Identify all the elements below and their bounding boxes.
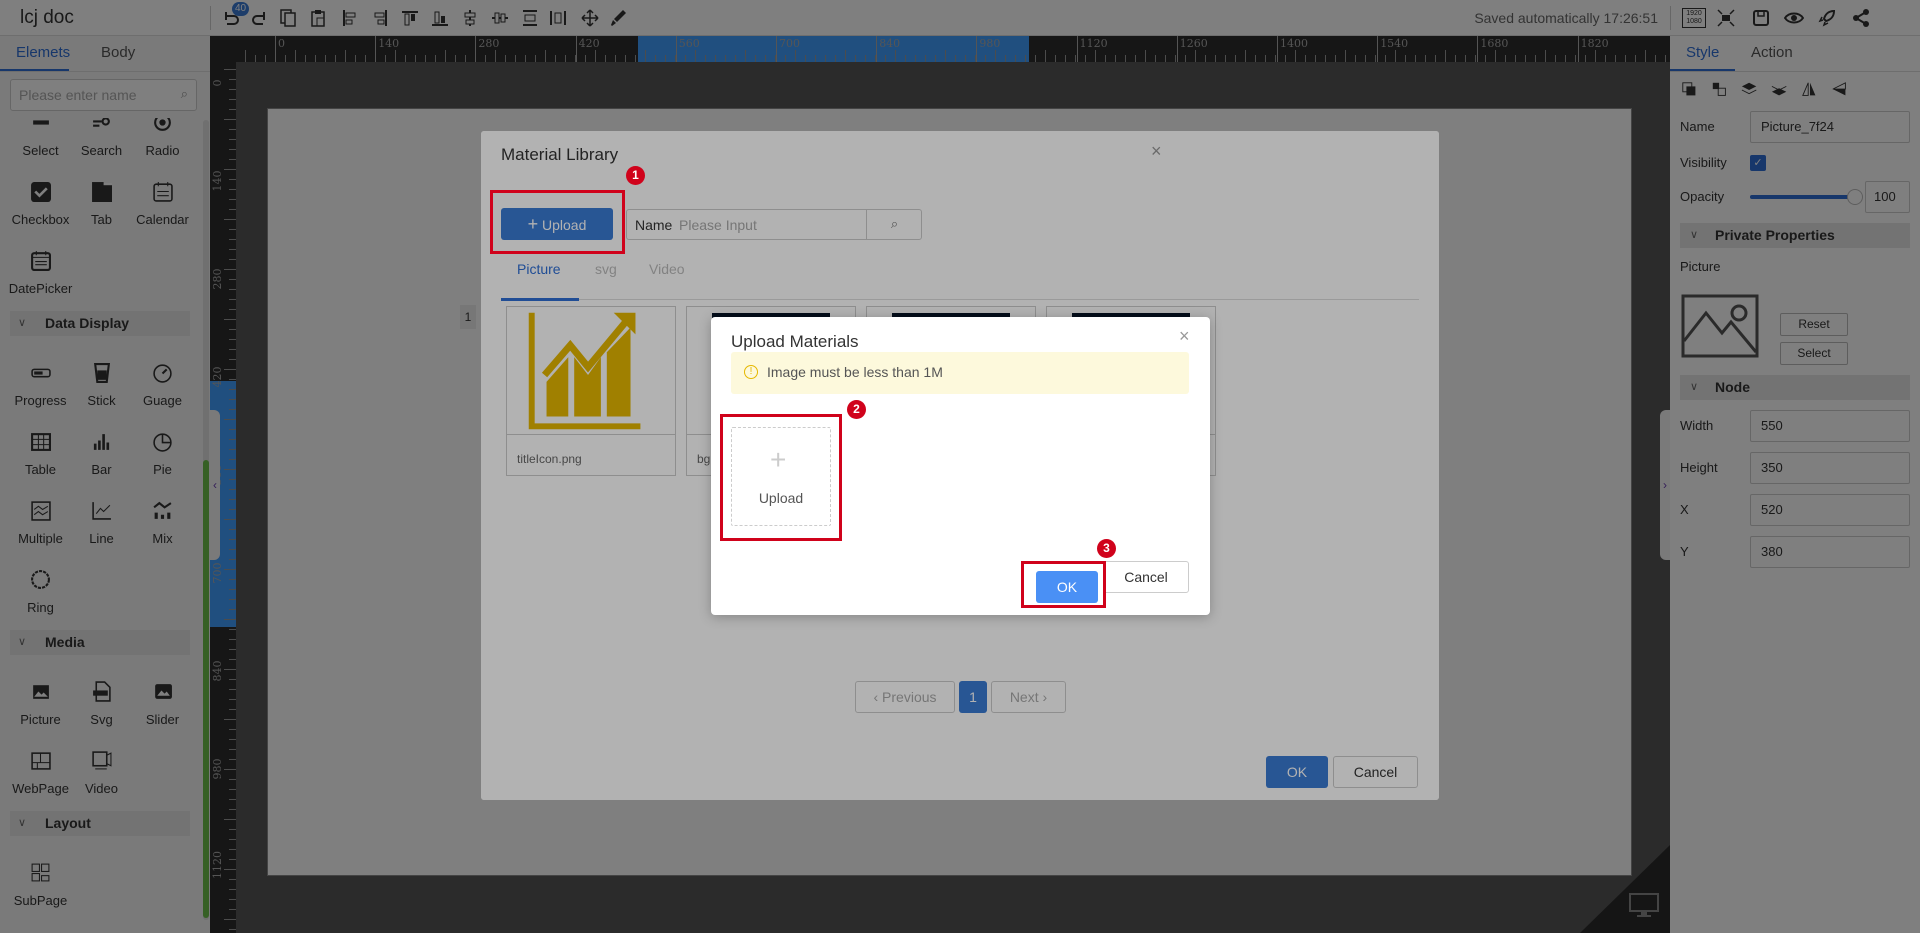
upload-materials-dialog: Upload Materials × ! Image must be less … [711, 317, 1210, 615]
alert-text: Image must be less than 1M [767, 364, 943, 380]
step-badge-2: 2 [847, 400, 866, 419]
upload-cancel-button[interactable]: Cancel [1103, 561, 1189, 593]
warning-icon: ! [744, 365, 758, 379]
annotation-highlight-dropzone [720, 414, 842, 541]
annotation-highlight-ok [1021, 561, 1106, 608]
step-badge-3: 3 [1097, 539, 1116, 558]
dialog-title: Upload Materials [731, 332, 859, 351]
annotation-highlight-upload [490, 190, 625, 254]
close-icon[interactable]: × [1179, 326, 1190, 347]
step-badge-1: 1 [626, 166, 645, 185]
size-warning-alert: ! Image must be less than 1M [731, 352, 1189, 394]
